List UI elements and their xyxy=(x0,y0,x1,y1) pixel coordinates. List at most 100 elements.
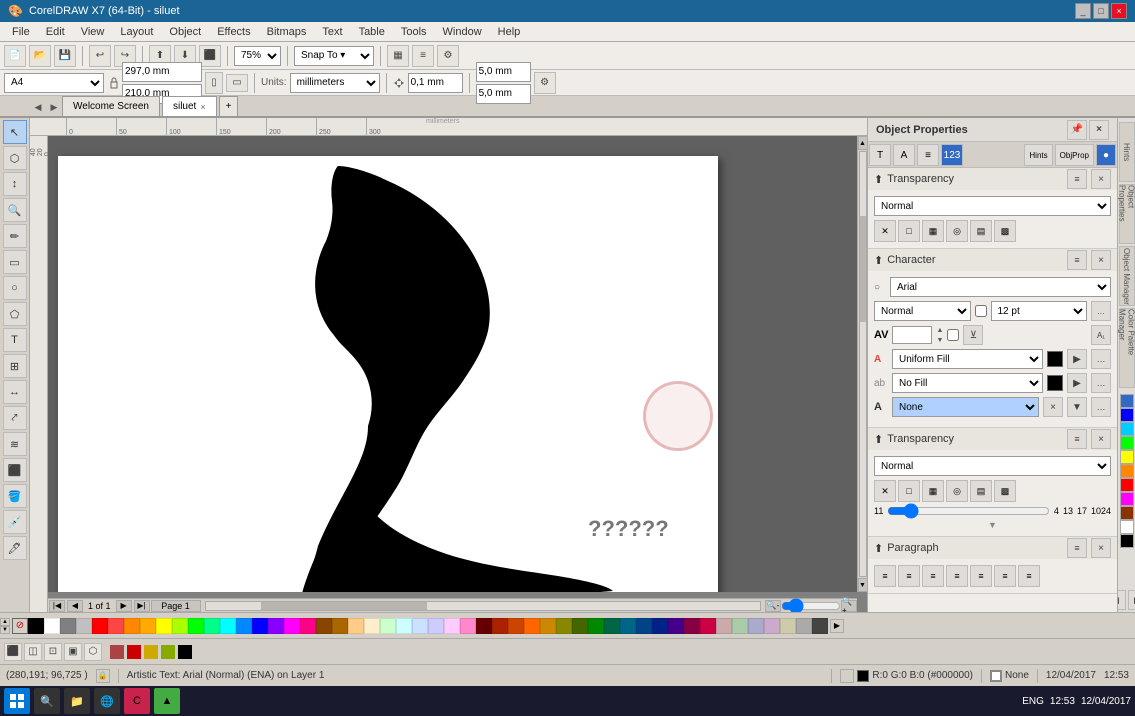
align-justify[interactable]: ≡ xyxy=(946,565,968,587)
palette-color-22[interactable] xyxy=(380,618,396,634)
palette-color-5[interactable] xyxy=(108,618,124,634)
transparency-header[interactable]: ⬆ Transparency ≡ × xyxy=(868,168,1117,190)
kern-options[interactable]: ⊻ xyxy=(963,325,983,345)
open-button[interactable]: 📂 xyxy=(29,45,51,67)
menu-table[interactable]: Table xyxy=(351,24,393,40)
align-left[interactable]: ≡ xyxy=(874,565,896,587)
expand-chevron[interactable]: ▼ xyxy=(988,520,997,530)
node-tool[interactable]: ⬡ xyxy=(3,146,27,170)
menu-effects[interactable]: Effects xyxy=(209,24,258,40)
palette-color-25[interactable] xyxy=(428,618,444,634)
palette-color-28[interactable] xyxy=(476,618,492,634)
bg-options-btn[interactable]: … xyxy=(1091,397,1111,417)
trans2-icon-conical[interactable]: ▤ xyxy=(970,480,992,502)
portrait-btn[interactable]: ▯ xyxy=(205,72,223,94)
close-button[interactable]: × xyxy=(1111,3,1127,19)
menu-help[interactable]: Help xyxy=(490,24,529,40)
trans-icon-square[interactable]: ▩ xyxy=(994,220,1016,242)
color-swatch-red[interactable] xyxy=(1120,478,1134,492)
menu-object[interactable]: Object xyxy=(161,24,209,40)
palette-color-9[interactable] xyxy=(172,618,188,634)
snap-btn2[interactable]: ◫ xyxy=(24,643,42,661)
palette-color-47[interactable] xyxy=(780,618,796,634)
minimize-button[interactable]: _ xyxy=(1075,3,1091,19)
palette-color-3[interactable] xyxy=(76,618,92,634)
scroll-page-prev[interactable]: |◀ xyxy=(49,600,65,612)
panel-tab-text[interactable]: T xyxy=(869,144,891,166)
palette-color-18[interactable] xyxy=(316,618,332,634)
trans2-mode-combo[interactable]: Normal xyxy=(874,456,1111,476)
scroll-thumb-v[interactable] xyxy=(860,216,866,322)
far-tab-obj-properties[interactable]: Object Properties xyxy=(1119,184,1135,244)
taskbar-app2[interactable]: ▲ xyxy=(154,688,180,714)
color-swatch-cyan[interactable] xyxy=(1120,422,1134,436)
units-combo[interactable]: millimeters xyxy=(290,73,380,93)
scroll-thumb-h[interactable] xyxy=(261,602,427,610)
transparency2-header[interactable]: ⬆ Transparency ≡ × xyxy=(868,428,1117,450)
panel-tab-para[interactable]: ≡ xyxy=(917,144,939,166)
scroll-page-next[interactable]: ▶| xyxy=(134,600,150,612)
fill-tool[interactable]: ⬛ xyxy=(3,458,27,482)
tab-close-icon[interactable]: × xyxy=(200,102,205,112)
palette-color-40[interactable] xyxy=(668,618,684,634)
dup-v-input[interactable] xyxy=(476,84,531,104)
color-swatch-yellow[interactable] xyxy=(1120,450,1134,464)
trans-icon-linear[interactable]: ▦ xyxy=(922,220,944,242)
palette-color-20[interactable] xyxy=(348,618,364,634)
palette-color-24[interactable] xyxy=(412,618,428,634)
palette-color-17[interactable] xyxy=(300,618,316,634)
snap-combo[interactable]: Snap To ▾ xyxy=(294,46,374,66)
snap-btn1[interactable]: ⬛ xyxy=(4,643,22,661)
paragraph-header[interactable]: ⬆ Paragraph ≡ × xyxy=(868,537,1117,559)
coords-lock-btn[interactable]: 🔒 xyxy=(96,669,110,683)
subscript-btn[interactable]: A₁ xyxy=(1091,325,1111,345)
panel-tab-frame[interactable]: 123 xyxy=(941,144,963,166)
bg-type-combo[interactable]: None xyxy=(892,397,1039,417)
align-center[interactable]: ≡ xyxy=(898,565,920,587)
more-char-opts[interactable]: … xyxy=(1091,301,1111,321)
palette-color-2[interactable] xyxy=(60,618,76,634)
outline-color-swatch[interactable] xyxy=(1047,375,1063,391)
trans-icon-radial[interactable]: ◎ xyxy=(946,220,968,242)
style-check[interactable] xyxy=(975,305,987,317)
panel-nav-prev[interactable]: ◀ xyxy=(1117,590,1126,610)
taskbar-corel[interactable]: C xyxy=(124,688,150,714)
menu-bitmaps[interactable]: Bitmaps xyxy=(259,24,315,40)
rect-tool[interactable]: ▭ xyxy=(3,250,27,274)
palette-color-4[interactable] xyxy=(92,618,108,634)
dimension-tool[interactable]: ↔ xyxy=(3,380,27,404)
palette-color-41[interactable] xyxy=(684,618,700,634)
trans-icon-conical[interactable]: ▤ xyxy=(970,220,992,242)
kerning-input[interactable] xyxy=(892,326,932,344)
scroll-next[interactable]: ▶ xyxy=(116,600,132,612)
table-tool[interactable]: ⊞ xyxy=(3,354,27,378)
outline-more-btn[interactable]: ▶ xyxy=(1067,373,1087,393)
select-tool[interactable]: ↖ xyxy=(3,120,27,144)
scroll-zoom-out[interactable]: 🔍- xyxy=(765,600,781,612)
trans-icon-uniform[interactable]: □ xyxy=(898,220,920,242)
color-swatch-magenta[interactable] xyxy=(1120,492,1134,506)
zoom-tool[interactable]: 🔍 xyxy=(3,198,27,222)
scrollbar-horizontal[interactable]: |◀ ◀ 1 of 1 ▶ ▶| Page 1 🔍- 🔍+ xyxy=(48,598,857,612)
palette-up-btn[interactable]: ▲ xyxy=(0,618,10,626)
palette-down-btn[interactable]: ▼ xyxy=(0,626,10,634)
view-btn2[interactable]: ≡ xyxy=(412,45,434,67)
trans-icon-none[interactable]: ✕ xyxy=(874,220,896,242)
canvas-scroll-area[interactable]: ?????? xyxy=(48,136,857,592)
panel-tab-char[interactable]: A xyxy=(893,144,915,166)
palette-color-49[interactable] xyxy=(812,618,828,634)
palette-color-1[interactable] xyxy=(44,618,60,634)
far-tab-color-pal[interactable]: Color Palette Manager xyxy=(1119,308,1135,388)
char-options[interactable]: ≡ xyxy=(1067,250,1087,270)
palette-color-43[interactable] xyxy=(716,618,732,634)
transparency-close[interactable]: × xyxy=(1091,169,1111,189)
options-button[interactable]: ⚙ xyxy=(437,45,459,67)
kern-check[interactable] xyxy=(947,329,959,341)
trans2-icon-radial[interactable]: ◎ xyxy=(946,480,968,502)
fill-options-btn[interactable]: … xyxy=(1091,349,1111,369)
freehand-tool[interactable]: ✏ xyxy=(3,224,27,248)
page-name[interactable]: Page 1 xyxy=(151,600,201,612)
palette-color-33[interactable] xyxy=(556,618,572,634)
palette-color-45[interactable] xyxy=(748,618,764,634)
panel-tab-hints[interactable]: Hints xyxy=(1024,144,1052,166)
